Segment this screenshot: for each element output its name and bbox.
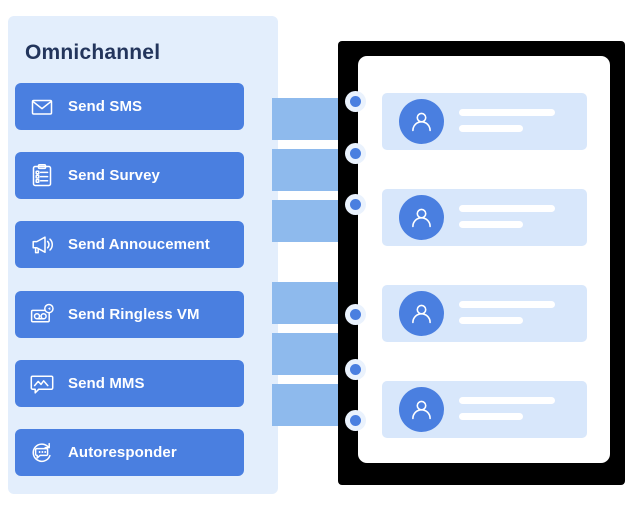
channel-button-send-survey[interactable]: Send Survey: [15, 152, 244, 199]
contact-card[interactable]: [382, 381, 587, 438]
connector-dot-2[interactable]: [345, 143, 366, 164]
refresh-chat-icon: [29, 440, 55, 466]
megaphone-icon: [29, 232, 55, 258]
channel-button-autoresponder[interactable]: Autoresponder: [15, 429, 244, 476]
channel-button-send-sms[interactable]: Send SMS: [15, 83, 244, 130]
channel-button-send-ringless-vm[interactable]: Send Ringless VM: [15, 291, 244, 338]
contact-detail-placeholder: [459, 413, 523, 420]
image-chat-icon: [29, 371, 55, 397]
connector-bar-6: [272, 384, 344, 426]
connector-bar-1: [272, 98, 344, 140]
contact-name-placeholder: [459, 397, 555, 404]
channel-button-label: Send Survey: [68, 167, 160, 184]
contact-name-placeholder: [459, 301, 555, 308]
user-avatar-icon: [399, 387, 444, 432]
contact-name-placeholder: [459, 109, 555, 116]
voicemail-icon: [29, 302, 55, 328]
channel-button-label: Send Ringless VM: [68, 306, 200, 323]
channel-button-send-mms[interactable]: Send MMS: [15, 360, 244, 407]
connector-dot-3[interactable]: [345, 194, 366, 215]
channel-button-label: Send Annoucement: [68, 236, 210, 253]
contact-text-placeholder: [459, 109, 555, 132]
connector-dot-6[interactable]: [345, 410, 366, 431]
channel-button-label: Send SMS: [68, 98, 143, 115]
connector-bar-3: [272, 200, 344, 242]
contact-text-placeholder: [459, 205, 555, 228]
contact-text-placeholder: [459, 301, 555, 324]
connector-bar-2: [272, 149, 344, 191]
connector-bar-4: [272, 282, 344, 324]
connector-dot-5[interactable]: [345, 359, 366, 380]
contact-card[interactable]: [382, 93, 587, 150]
contact-detail-placeholder: [459, 221, 523, 228]
user-avatar-icon: [399, 291, 444, 336]
contact-name-placeholder: [459, 205, 555, 212]
user-avatar-icon: [399, 99, 444, 144]
contact-detail-placeholder: [459, 125, 523, 132]
channel-button-send-annoucement[interactable]: Send Annoucement: [15, 221, 244, 268]
envelope-icon: [29, 94, 55, 120]
contact-text-placeholder: [459, 397, 555, 420]
contact-detail-placeholder: [459, 317, 523, 324]
channel-button-label: Autoresponder: [68, 444, 177, 461]
contact-card[interactable]: [382, 285, 587, 342]
connector-dot-1[interactable]: [345, 91, 366, 112]
clipboard-icon: [29, 163, 55, 189]
channel-button-label: Send MMS: [68, 375, 145, 392]
user-avatar-icon: [399, 195, 444, 240]
contact-card[interactable]: [382, 189, 587, 246]
page-title: Omnichannel: [25, 41, 161, 64]
connector-dot-4[interactable]: [345, 304, 366, 325]
connector-bar-5: [272, 333, 344, 375]
